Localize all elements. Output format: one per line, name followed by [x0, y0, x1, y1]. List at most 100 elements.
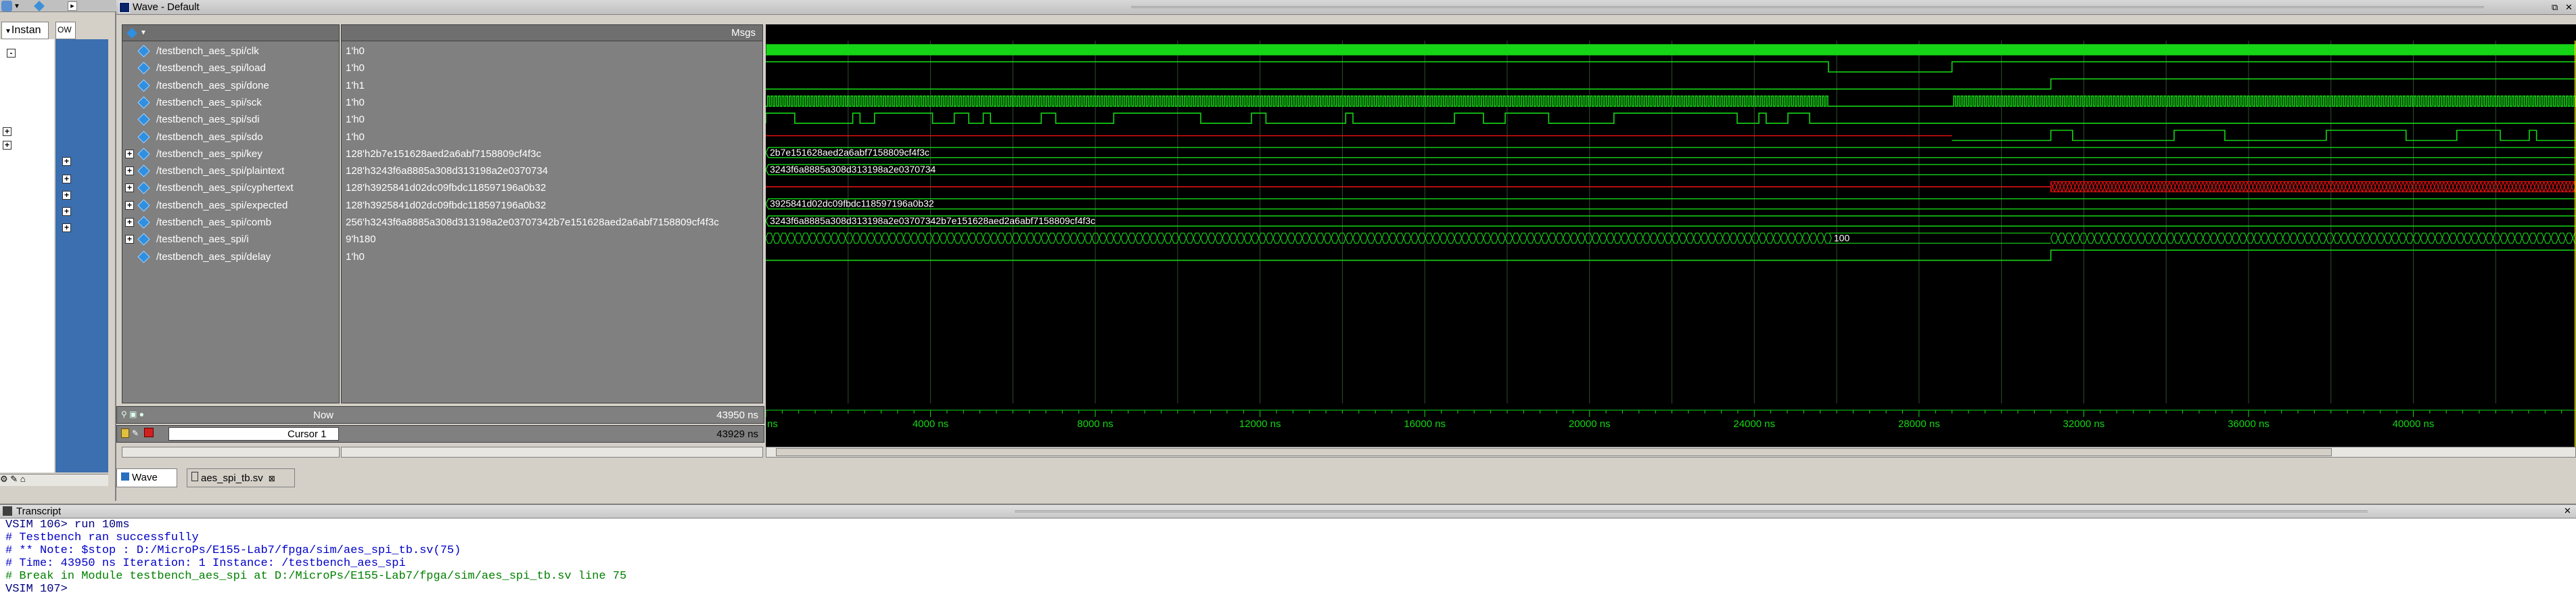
signal-name: /testbench_aes_spi/done: [156, 79, 269, 91]
expand-icon[interactable]: +: [125, 200, 134, 210]
tab-source[interactable]: aes_spi_tb.sv ⊠: [187, 468, 295, 487]
timeline-tick-label: 32000 ns: [2063, 418, 2105, 430]
transcript-line: VSIM 106> run 10ms: [5, 518, 130, 531]
timeline-tick-label: 12000 ns: [1239, 418, 1281, 430]
signal-name: /testbench_aes_spi/load: [156, 62, 266, 74]
transcript-line: # ** Note: $stop : D:/MicroPs/E155-Lab7/…: [5, 544, 461, 557]
signal-icon: [137, 79, 150, 92]
tree-expand-icon[interactable]: +: [62, 175, 71, 183]
signal-row[interactable]: /testbench_aes_spi/clk: [125, 43, 339, 60]
signal-row[interactable]: + /testbench_aes_spi/i: [125, 231, 339, 248]
wave-window-icon: [119, 2, 130, 13]
signal-row[interactable]: + /testbench_aes_spi/key: [125, 146, 339, 162]
tree-expand-icon[interactable]: +: [3, 127, 12, 136]
tree-expand-icon[interactable]: +: [62, 223, 71, 232]
signal-icon: [137, 130, 150, 143]
close-window-icon[interactable]: ✕: [2565, 2, 2573, 13]
signal-icon: [137, 45, 150, 58]
signal-value: 1'h0: [346, 45, 365, 57]
tab-source-label: aes_spi_tb.sv: [201, 472, 263, 484]
signal-pane-icon[interactable]: [127, 28, 137, 39]
timeline-tick-label: 36000 ns: [2228, 418, 2270, 430]
signal-row[interactable]: /testbench_aes_spi/load: [125, 60, 339, 76]
signal-row[interactable]: /testbench_aes_spi/sck: [125, 94, 339, 111]
timeline-tick-label: 16000 ns: [1404, 418, 1446, 430]
close-icon[interactable]: ▸: [68, 1, 77, 11]
i-bus-label: 100: [1834, 232, 1850, 243]
now-value: 43950 ns: [716, 410, 758, 421]
signal-row[interactable]: /testbench_aes_spi/done: [125, 77, 339, 94]
cursor-label[interactable]: Cursor 1: [288, 428, 327, 440]
expand-icon[interactable]: +: [125, 218, 134, 227]
name-pane-scrollbar[interactable]: [122, 447, 340, 458]
signal-row[interactable]: /testbench_aes_spi/delay: [125, 248, 339, 265]
signal-value: 1'h0: [346, 114, 365, 126]
transcript-line: # Time: 43950 ns Iteration: 1 Instance: …: [5, 557, 406, 570]
signal-row[interactable]: /testbench_aes_spi/sdo: [125, 129, 339, 146]
timeline-tick-label: 40000 ns: [2393, 418, 2435, 430]
instance-dropdown-icon[interactable]: ▼: [14, 3, 20, 10]
wave-window: Wave - Default ⧉ ✕ ▼ /testbench_aes_spi/…: [116, 0, 2576, 501]
tree-expand-icon[interactable]: +: [62, 157, 71, 166]
wave-scrollbar-thumb[interactable]: [776, 448, 2332, 456]
undock-icon[interactable]: ⧉: [2552, 2, 2558, 13]
signal-row[interactable]: + /testbench_aes_spi/plaintext: [125, 162, 339, 179]
tree-expand-icon[interactable]: +: [62, 191, 71, 200]
signal-value-pane: Msgs 1'h0 1'h0 1'h1 1'h0 1'h0 1'h0 128'h2b7e15…: [341, 24, 763, 403]
expand-icon[interactable]: +: [125, 183, 134, 193]
objects-column-header: OW: [55, 22, 76, 39]
edit-cursor-icon[interactable]: ✎: [132, 428, 139, 438]
tab-close-icon[interactable]: ⊠: [269, 474, 275, 483]
transcript-close-icon[interactable]: ✕: [2564, 506, 2571, 516]
signal-name: /testbench_aes_spi/delay: [156, 250, 271, 263]
signal-value: 128'h2b7e151628aed2a6abf7158809cf4f3c: [346, 148, 541, 160]
signal-name: /testbench_aes_spi/sdo: [156, 131, 263, 143]
expand-icon[interactable]: +: [125, 235, 134, 244]
tree-expand-icon[interactable]: +: [3, 141, 12, 150]
signal-name: /testbench_aes_spi/comb: [156, 217, 272, 228]
wave-scrollbar[interactable]: [766, 447, 2576, 458]
transcript-line: # Break in Module testbench_aes_spi at D…: [5, 570, 627, 583]
value-pane-scrollbar[interactable]: [341, 447, 763, 458]
delete-cursor-icon[interactable]: [144, 428, 154, 437]
instance-tab-dropdown-icon: ▼: [5, 28, 12, 35]
instance-tree[interactable]: [0, 39, 54, 472]
instance-tab[interactable]: ▼Instan: [1, 22, 49, 39]
expand-icon[interactable]: +: [125, 167, 134, 176]
signal-icon: [137, 216, 150, 229]
signal-icon: [137, 198, 150, 212]
signal-value: 1'h0: [346, 131, 365, 143]
signal-name: /testbench_aes_spi/sdi: [156, 114, 260, 126]
signal-icon: [137, 233, 150, 246]
signal-value: 128'h3925841d02dc09fbdc118597196a0b32: [346, 199, 547, 211]
lock-icon[interactable]: [121, 428, 129, 438]
signal-row[interactable]: + /testbench_aes_spi/cyphertext: [125, 179, 339, 196]
tree-expand-icon[interactable]: -: [7, 49, 16, 58]
signal-name: /testbench_aes_spi/sck: [156, 96, 262, 108]
signal-value: 128'h3925841d02dc09fbdc118597196a0b32: [346, 182, 547, 194]
signal-row[interactable]: /testbench_aes_spi/sdi: [125, 111, 339, 128]
expand-icon[interactable]: +: [125, 149, 134, 158]
cursor-value[interactable]: 43929 ns: [716, 428, 758, 440]
signal-value: 9'h180: [346, 234, 376, 246]
signal-icon: [137, 181, 150, 195]
signal-name-pane: ▼ /testbench_aes_spi/clk/testbench_aes_s…: [122, 24, 340, 403]
wave-header: [766, 24, 2576, 41]
tab-wave[interactable]: Wave: [116, 468, 177, 487]
signal-value: 1'h1: [346, 79, 365, 91]
tree-expand-icon[interactable]: +: [62, 207, 71, 216]
timeline-tick-label: 20000 ns: [1569, 418, 1611, 430]
objects-tree[interactable]: [55, 39, 108, 472]
wave-tab-icon: [121, 472, 129, 481]
now-row: ⚲ ▣ ● Now 43950 ns: [116, 406, 764, 424]
signal-row[interactable]: + /testbench_aes_spi/expected: [125, 197, 339, 214]
signal-row[interactable]: + /testbench_aes_spi/comb: [125, 214, 339, 231]
timeline-area: [766, 406, 2576, 447]
instance-icon[interactable]: [1, 1, 12, 12]
waveform-pane[interactable]: 2b7e151628aed2a6abf7158809cf4f3c 3243f6a8…: [766, 24, 2576, 447]
now-icons[interactable]: ⚲ ▣ ●: [121, 410, 144, 419]
instance-tool-icons[interactable]: ⚙ ✎ ⌂: [0, 474, 41, 486]
signal-value: 1'h0: [346, 62, 365, 74]
signal-pane-dropdown-icon[interactable]: ▼: [140, 29, 147, 37]
msgs-header-label: Msgs: [731, 27, 756, 39]
